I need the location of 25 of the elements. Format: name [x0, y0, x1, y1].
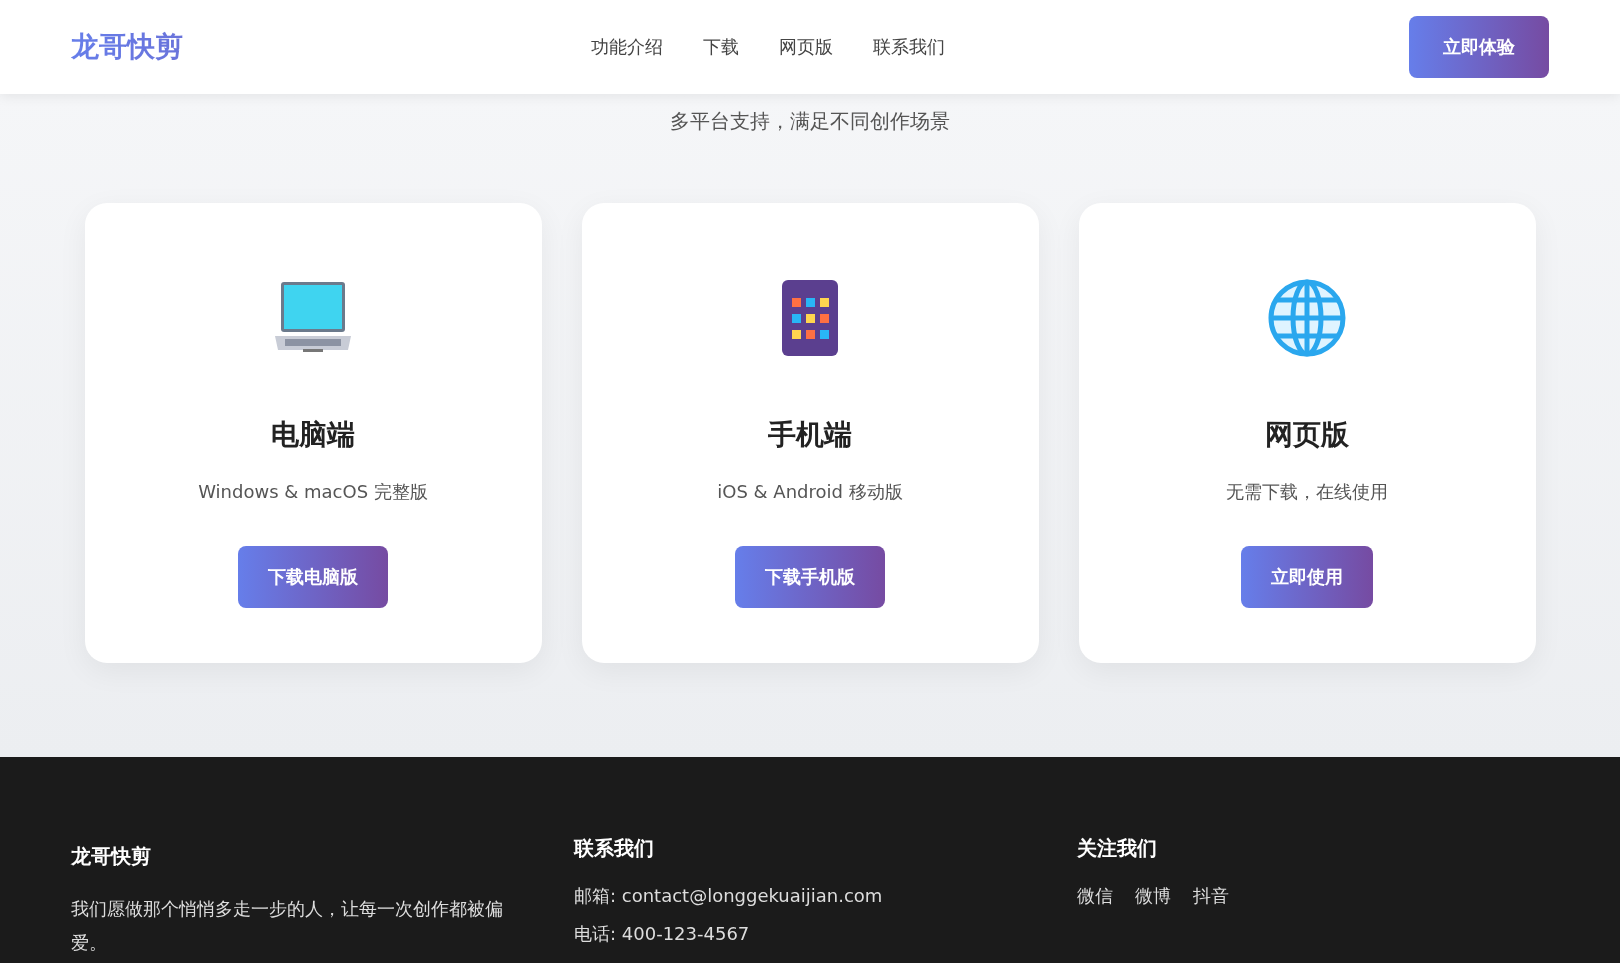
social-link[interactable]: 微信 — [1077, 884, 1113, 908]
social-link[interactable]: 抖音 — [1193, 884, 1229, 908]
footer-brand: 龙哥快剪 — [71, 843, 152, 870]
footer-heading: 关注我们 — [1077, 835, 1158, 862]
section-subtitle: 多平台支持，满足不同创作场景 — [669, 108, 951, 135]
nav-link[interactable]: 下载 — [703, 35, 739, 59]
card-description: Windows & macOS 完整版 — [198, 480, 428, 504]
nav-link[interactable]: 网页版 — [779, 35, 833, 59]
nav-link[interactable]: 功能介绍 — [591, 35, 663, 59]
contact-line: 电话: 400-123-4567 — [574, 922, 751, 946]
card-description: iOS & Android 移动版 — [717, 480, 903, 504]
nav-link[interactable]: 联系我们 — [873, 35, 945, 59]
download-button[interactable]: 立即使用 — [1241, 546, 1373, 608]
card-title: 手机端 — [768, 417, 852, 453]
globe-icon — [1267, 278, 1347, 358]
footer-slogan: 我们愿做那个悄悄多走一步的人，让每一次创作都被偏爱。 — [71, 897, 504, 955]
download-button[interactable]: 下载手机版 — [735, 546, 885, 608]
download-button[interactable]: 下载电脑版 — [238, 546, 388, 608]
try-now-button[interactable]: 立即体验 — [1409, 16, 1549, 78]
card-title: 电脑端 — [271, 417, 355, 453]
footer-heading: 联系我们 — [574, 835, 655, 862]
social-link[interactable]: 微博 — [1135, 884, 1171, 908]
card-description: 无需下载，在线使用 — [1226, 480, 1388, 504]
card-title: 网页版 — [1265, 417, 1349, 453]
contact-line: 邮箱: contact@longgekuaijian.com — [574, 884, 884, 908]
